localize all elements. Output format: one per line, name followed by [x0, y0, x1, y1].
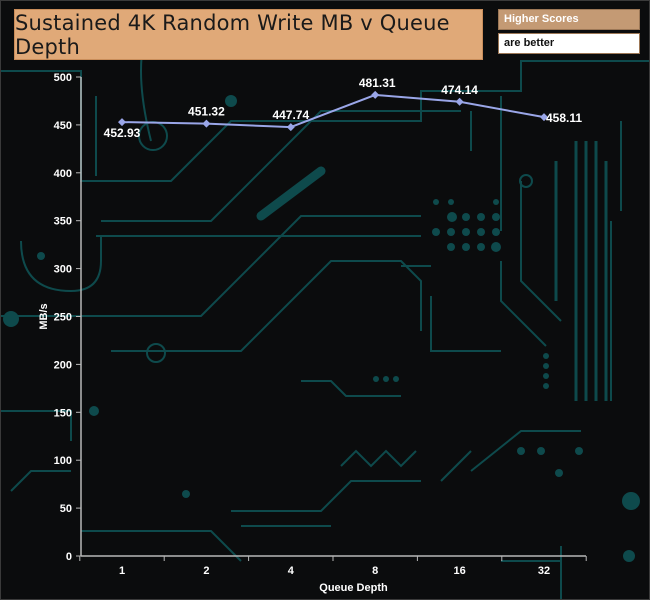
- data-label: 447.74: [272, 108, 309, 122]
- y-tick-label: 0: [66, 551, 72, 563]
- x-tick-label: 16: [453, 565, 465, 577]
- y-tick-label: 400: [54, 168, 72, 180]
- y-tick-label: 200: [54, 359, 72, 371]
- y-tick-label: 500: [54, 72, 72, 84]
- x-axis-title: Queue Depth: [319, 582, 388, 594]
- y-tick-label: 100: [54, 455, 72, 467]
- y-tick-label: 250: [54, 312, 72, 324]
- x-tick-label: 1: [119, 565, 125, 577]
- y-tick-label: 150: [54, 407, 72, 419]
- data-label: 451.32: [188, 105, 225, 119]
- data-point: [118, 118, 126, 127]
- x-tick-label: 32: [538, 565, 550, 577]
- data-point: [286, 123, 295, 132]
- x-tick-label: 4: [288, 565, 295, 577]
- chart-frame: Sustained 4K Random Write MB v Queue Dep…: [0, 0, 650, 600]
- line-chart: 050100150200250300350400450500 1 2 4 8 16 32 …: [38, 72, 587, 594]
- data-label: 452.93: [104, 126, 141, 140]
- data-point: [455, 97, 464, 106]
- data-label: 458.11: [546, 111, 582, 125]
- x-tick-label: 2: [203, 565, 209, 577]
- y-tick-label: 450: [54, 120, 72, 132]
- x-tick-label: 8: [372, 565, 378, 577]
- data-point: [371, 90, 380, 99]
- data-point: [202, 119, 211, 128]
- data-label: 474.14: [441, 83, 478, 97]
- y-tick-label: 350: [54, 216, 72, 228]
- y-axis-title: MB/s: [38, 303, 50, 329]
- data-label: 481.31: [359, 76, 396, 90]
- series-line: [121, 93, 545, 129]
- y-tick-label: 300: [54, 264, 72, 276]
- y-tick-label: 50: [60, 503, 72, 515]
